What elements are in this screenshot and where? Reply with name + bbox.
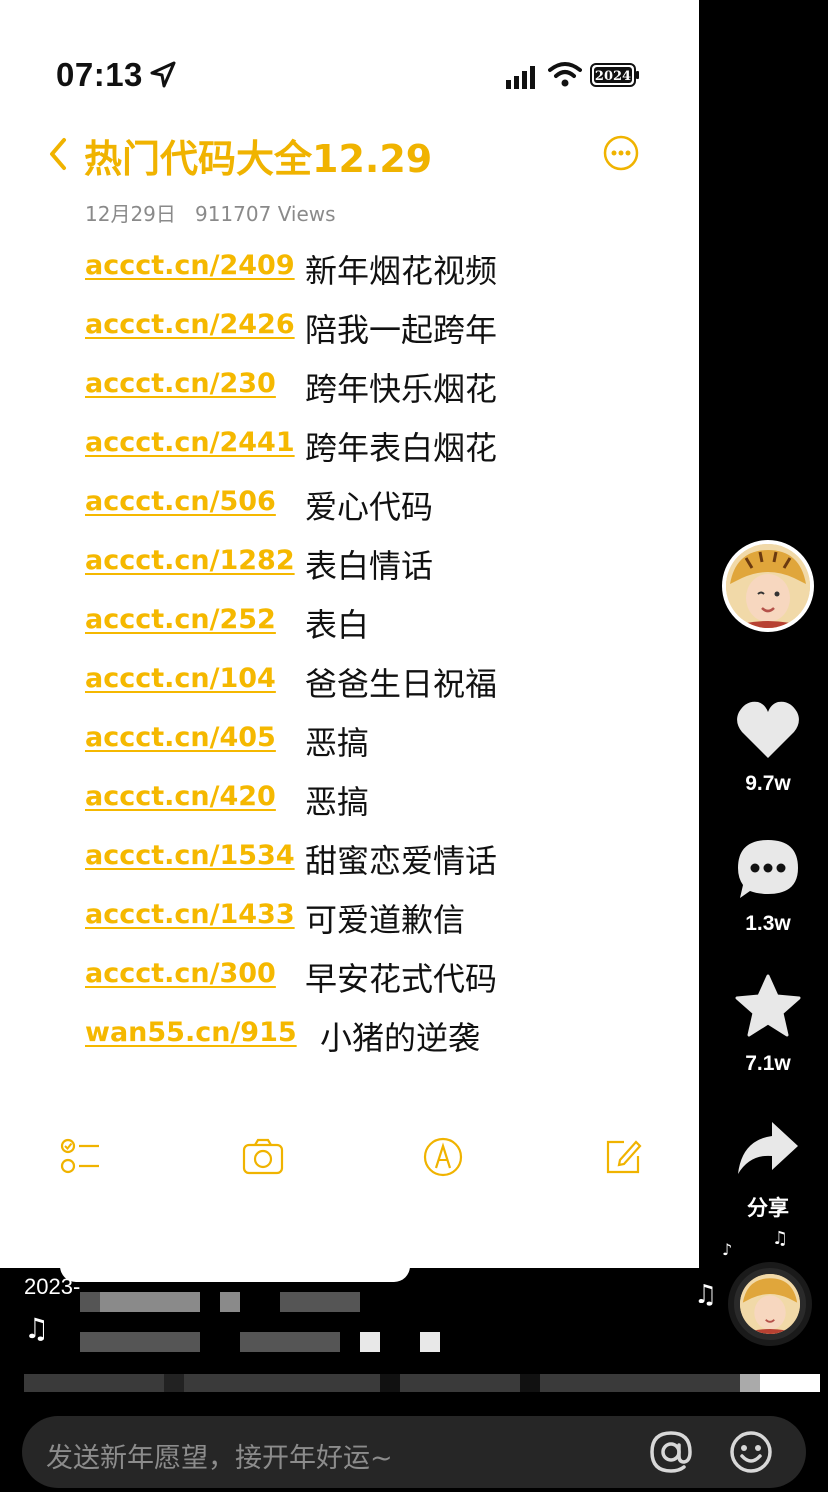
list-item: accct.cn/420 恶搞 (0, 771, 699, 830)
list-item: accct.cn/104 爸爸生日祝福 (0, 653, 699, 712)
battery-icon: 2024 (590, 63, 639, 87)
code-description: 表白情话 (305, 547, 434, 585)
list-item: accct.cn/1534 甜蜜恋爱情话 (0, 830, 699, 889)
list-item: accct.cn/300 早安花式代码 (0, 948, 699, 1007)
comment-input-bar[interactable]: 发送新年愿望，接开年好运~ (22, 1416, 806, 1488)
camera-icon[interactable] (242, 1136, 284, 1178)
code-link[interactable]: accct.cn/2426 (85, 309, 295, 340)
battery-label: 2024 (595, 69, 631, 84)
pixelated-caption (220, 1292, 240, 1312)
list-item: wan55.cn/915 小猪的逆袭 (0, 1007, 699, 1066)
list-item: accct.cn/252 表白 (0, 594, 699, 653)
emoji-icon[interactable] (728, 1429, 774, 1475)
list-item: accct.cn/1282 表白情话 (0, 535, 699, 594)
code-link[interactable]: accct.cn/300 (85, 958, 276, 989)
note-meta: 12月29日 911707 Views (85, 198, 336, 227)
disc-avatar-image (740, 1274, 800, 1334)
comment-bubble-icon[interactable] (734, 836, 802, 902)
code-description: 陪我一起跨年 (305, 311, 498, 349)
list-item: accct.cn/1433 可爱道歉信 (0, 889, 699, 948)
note-date: 12月29日 (85, 202, 176, 226)
code-description: 跨年快乐烟花 (305, 370, 498, 408)
code-link[interactable]: accct.cn/230 (85, 368, 276, 399)
code-description: 表白 (305, 606, 370, 644)
pixelated-music-title (360, 1332, 380, 1352)
pixelated-strip (24, 1374, 820, 1392)
note-title: 热门代码大全12.29 (84, 137, 433, 181)
comment-count: 1.3w (745, 912, 791, 935)
music-note-icon: ♫ (772, 1228, 789, 1249)
pixelated-music-title (80, 1332, 200, 1352)
comment-input[interactable]: 发送新年愿望，接开年好运~ (46, 1436, 606, 1475)
code-description: 恶搞 (305, 783, 370, 821)
music-note-icon: ♫ (694, 1280, 718, 1310)
code-description: 新年烟花视频 (305, 252, 498, 290)
checklist-icon[interactable] (60, 1136, 102, 1178)
share-arrow-icon[interactable] (734, 1116, 802, 1182)
favorite-star-icon[interactable] (734, 974, 802, 1040)
avatar-image (726, 544, 810, 628)
list-item: accct.cn/2426 陪我一起跨年 (0, 299, 699, 358)
code-link[interactable]: accct.cn/506 (85, 486, 276, 517)
like-heart-icon[interactable] (734, 696, 802, 762)
code-link[interactable]: accct.cn/1433 (85, 899, 295, 930)
music-note-icon: ♪ (722, 1240, 733, 1259)
pixelated-caption (100, 1292, 200, 1312)
code-description: 甜蜜恋爱情话 (305, 842, 498, 880)
music-note-icon: ♫ (24, 1312, 50, 1345)
location-arrow-icon (150, 61, 176, 88)
code-link[interactable]: accct.cn/252 (85, 604, 276, 635)
status-time: 07:13 (56, 56, 143, 93)
more-options-icon[interactable] (602, 134, 640, 172)
markup-pen-icon[interactable] (422, 1136, 464, 1178)
card-edge (60, 1266, 410, 1282)
list-item: accct.cn/2441 跨年表白烟花 (0, 417, 699, 476)
code-description: 可爱道歉信 (305, 901, 466, 939)
code-link[interactable]: accct.cn/104 (85, 663, 276, 694)
code-link[interactable]: wan55.cn/915 (85, 1017, 297, 1048)
code-link[interactable]: accct.cn/405 (85, 722, 276, 753)
wifi-icon (548, 62, 582, 87)
list-item: accct.cn/405 恶搞 (0, 712, 699, 771)
code-link[interactable]: accct.cn/1282 (85, 545, 295, 576)
code-description: 爸爸生日祝福 (305, 665, 498, 703)
favorite-count: 7.1w (745, 1052, 791, 1075)
music-disc[interactable] (728, 1262, 812, 1346)
share-label[interactable]: 分享 (728, 1192, 808, 1222)
like-count: 9.7w (745, 772, 791, 795)
code-description: 小猪的逆袭 (320, 1019, 481, 1057)
mention-at-icon[interactable] (648, 1429, 694, 1475)
pixelated-music-title (240, 1332, 340, 1352)
note-screenshot: 07:13 2024 热门代码大全12.29 12月29日 911707 Vie… (0, 0, 699, 1268)
code-link[interactable]: accct.cn/2441 (85, 427, 295, 458)
status-bar: 07:13 2024 (0, 0, 699, 110)
code-link[interactable]: accct.cn/2409 (85, 250, 295, 281)
list-item: accct.cn/230 跨年快乐烟花 (0, 358, 699, 417)
list-item: accct.cn/2409 新年烟花视频 (0, 240, 699, 299)
note-views: 911707 Views (194, 202, 336, 226)
code-description: 爱心代码 (305, 488, 434, 526)
code-description: 早安花式代码 (305, 960, 498, 998)
code-description: 跨年表白烟花 (305, 429, 498, 467)
list-item: accct.cn/506 爱心代码 (0, 476, 699, 535)
signal-icon (506, 66, 535, 89)
code-description: 恶搞 (305, 724, 370, 762)
pixelated-music-title (420, 1332, 440, 1352)
pixelated-caption (280, 1292, 360, 1312)
back-chevron-icon[interactable] (44, 134, 72, 174)
code-link[interactable]: accct.cn/420 (85, 781, 276, 812)
pixelated-caption (80, 1292, 100, 1312)
code-link[interactable]: accct.cn/1534 (85, 840, 295, 871)
creator-avatar[interactable] (722, 540, 814, 632)
compose-icon[interactable] (602, 1136, 644, 1178)
